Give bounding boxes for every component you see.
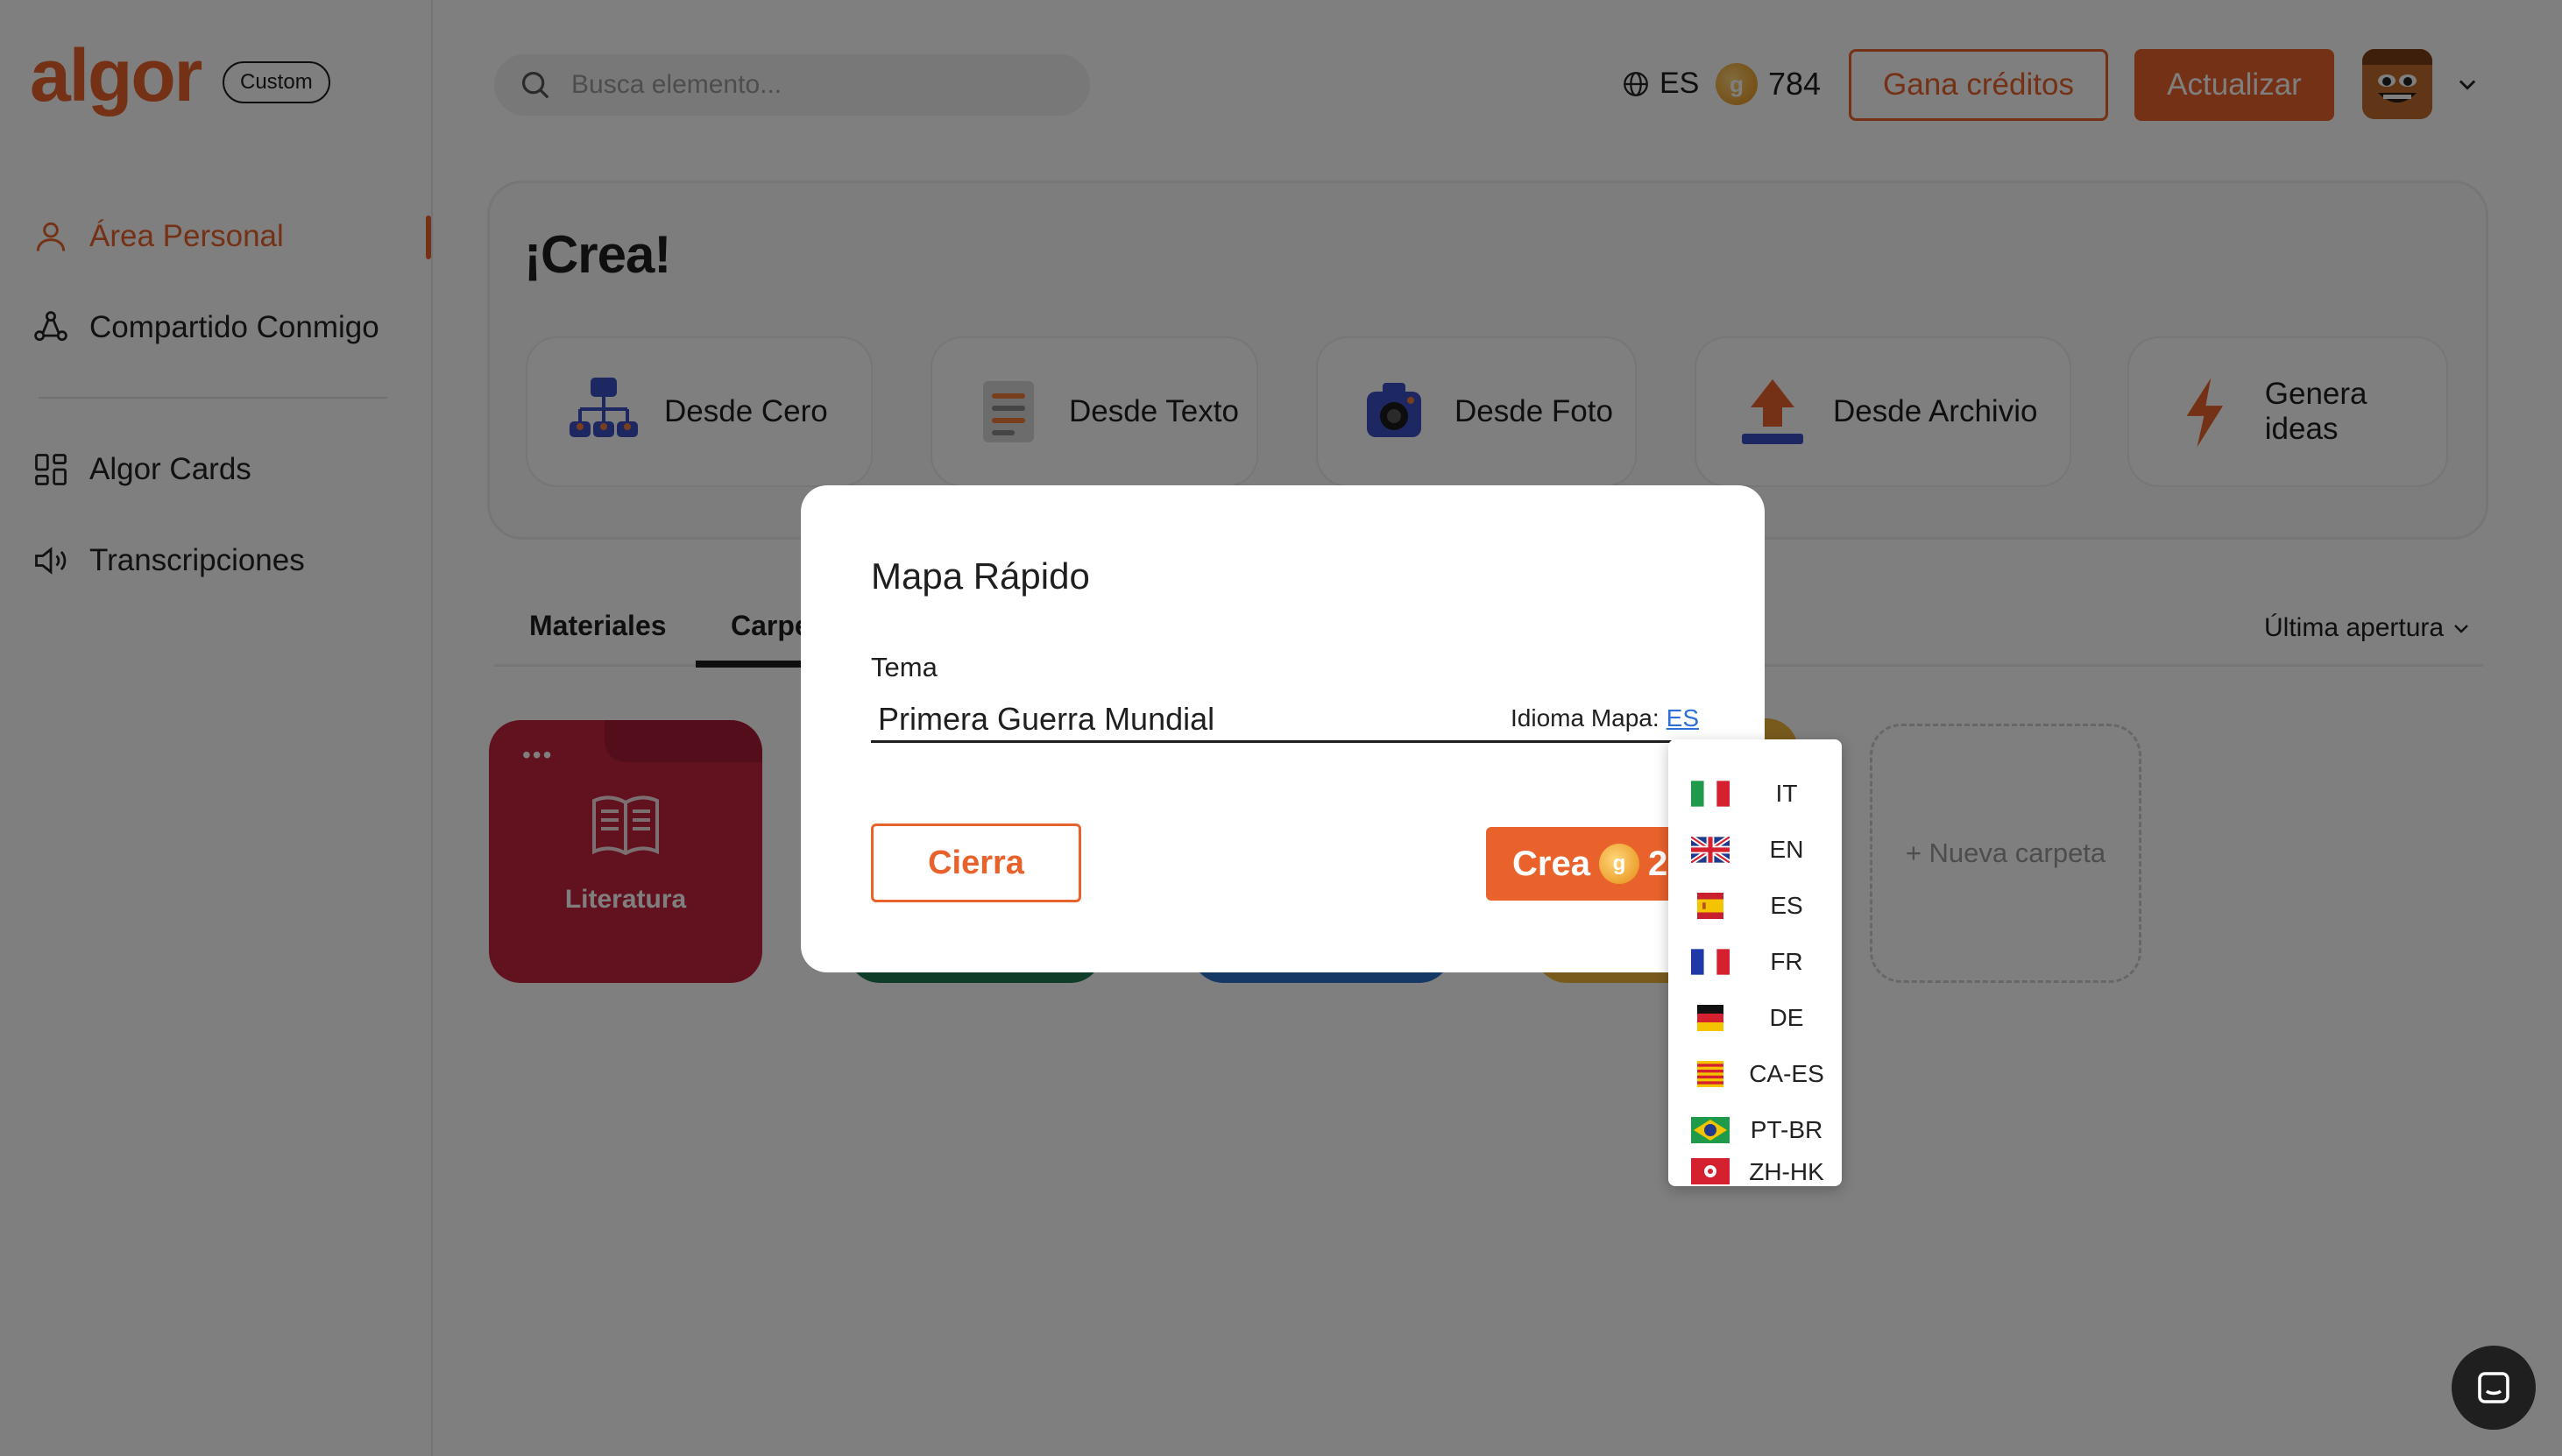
uk-flag-icon: [1691, 837, 1730, 863]
map-language-label: Idioma Mapa:: [1511, 704, 1660, 732]
language-code: EN: [1769, 836, 1804, 863]
create-cost: 2: [1647, 844, 1668, 883]
modal-title: Mapa Rápido: [871, 555, 1090, 597]
brazil-flag-icon: [1691, 1117, 1730, 1143]
italy-flag-icon: [1691, 781, 1730, 807]
language-code: ZH-HK: [1749, 1158, 1824, 1185]
catalonia-flag-icon: [1691, 1061, 1730, 1087]
close-button[interactable]: Cierra: [871, 823, 1081, 902]
language-option-zh-hk[interactable]: ZH-HK: [1668, 1158, 1842, 1186]
create-label: Crea: [1512, 844, 1590, 883]
create-map-button[interactable]: Crea g 2: [1486, 827, 1670, 901]
language-code: IT: [1775, 780, 1798, 807]
chat-button[interactable]: [2452, 1346, 2536, 1430]
germany-flag-icon: [1691, 1005, 1730, 1031]
chat-icon: [2478, 1372, 2509, 1403]
language-option-de[interactable]: DE: [1668, 990, 1842, 1046]
coin-icon: g: [1598, 844, 1639, 884]
hong-kong-flag-icon: [1691, 1158, 1730, 1184]
language-option-es[interactable]: ES: [1668, 878, 1842, 934]
language-code: CA-ES: [1749, 1060, 1824, 1087]
language-code: FR: [1770, 948, 1803, 975]
language-code: ES: [1770, 892, 1803, 919]
spain-flag-icon: [1691, 893, 1730, 919]
france-flag-icon: [1691, 949, 1730, 975]
language-option-fr[interactable]: FR: [1668, 934, 1842, 990]
language-option-it[interactable]: IT: [1668, 766, 1842, 822]
language-dropdown: IT EN ES FR DE CA-ES PT-BR ZH-HK: [1668, 739, 1842, 1186]
map-language: Idioma Mapa: ES: [1511, 704, 1699, 732]
language-option-pt-br[interactable]: PT-BR: [1668, 1102, 1842, 1158]
topic-label: Tema: [871, 652, 938, 682]
language-option-en[interactable]: EN: [1668, 822, 1842, 878]
map-language-link[interactable]: ES: [1667, 704, 1699, 732]
language-option-ca-es[interactable]: CA-ES: [1668, 1046, 1842, 1102]
language-code: PT-BR: [1750, 1116, 1823, 1143]
language-code: DE: [1769, 1004, 1804, 1031]
